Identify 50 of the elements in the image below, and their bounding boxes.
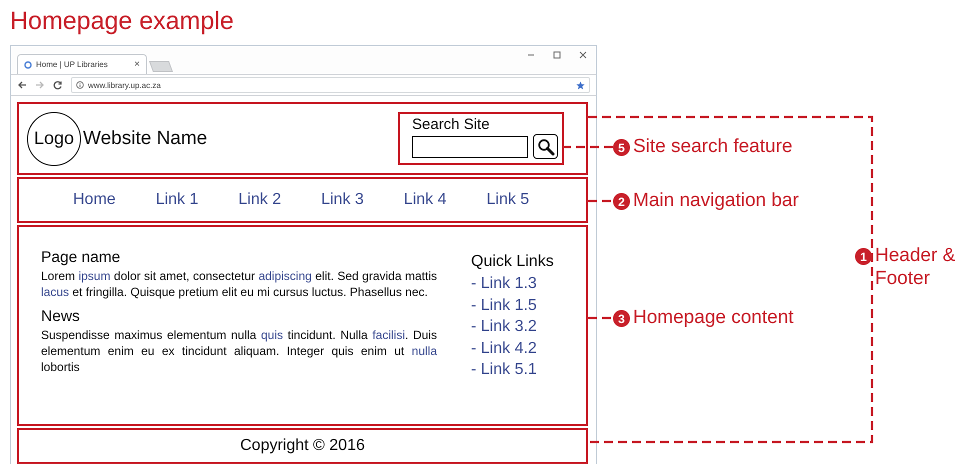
annotation-label: Site search feature bbox=[633, 135, 794, 158]
inline-link[interactable]: facilisi bbox=[372, 328, 405, 342]
inline-link[interactable]: quis bbox=[261, 328, 284, 342]
quick-links-heading: Quick Links bbox=[471, 253, 554, 271]
url-text: www.library.up.ac.za bbox=[88, 80, 161, 90]
section-heading: News bbox=[41, 308, 81, 326]
body-paragraph: Suspendisse maximus elementum nulla quis tincidunt. Nulla facilisi. Duis elementum enim eu ex tincidunt aliquam. Integer quis enim ut nulla lobortis bbox=[41, 327, 437, 375]
page-title: Homepage example bbox=[10, 6, 235, 37]
nav-link[interactable]: Link 1 bbox=[156, 191, 198, 209]
close-icon[interactable] bbox=[578, 50, 588, 60]
copyright-text: Copyright © 2016 bbox=[240, 437, 365, 455]
nav-link[interactable]: Home bbox=[73, 191, 116, 209]
search-label: Search Site bbox=[412, 116, 491, 133]
info-icon bbox=[76, 81, 84, 89]
browser-tab[interactable]: Home | UP Libraries × bbox=[17, 54, 147, 74]
quick-link[interactable]: - Link 5.1 bbox=[471, 359, 554, 380]
body-paragraph: Lorem ipsum dolor sit amet, consectetur adipiscing elit. Sed gravida mattis lacus et fringilla. Quisque pretium elit eu mi cursus luctus. Phasellus nec. bbox=[41, 268, 437, 300]
star-icon[interactable] bbox=[576, 80, 585, 90]
inline-link[interactable]: lacus bbox=[41, 285, 70, 299]
number-badge: 2 bbox=[613, 193, 630, 210]
annotation-label: Homepage content bbox=[633, 306, 795, 329]
section-heading: Page name bbox=[41, 249, 122, 267]
number-badge: 1 bbox=[855, 248, 872, 265]
quick-link[interactable]: - Link 4.2 bbox=[471, 338, 554, 359]
favicon-icon bbox=[24, 60, 32, 68]
back-icon[interactable] bbox=[17, 80, 27, 90]
website-name: Website Name bbox=[83, 128, 208, 150]
reload-icon[interactable] bbox=[53, 80, 63, 90]
nav-link[interactable]: Link 3 bbox=[321, 191, 364, 209]
quick-link[interactable]: - Link 1.5 bbox=[471, 294, 554, 316]
logo: Logo bbox=[27, 112, 81, 166]
number-badge: 5 bbox=[613, 139, 630, 156]
annotation-label: Header & Footer bbox=[875, 244, 956, 290]
inline-link[interactable]: nulla bbox=[412, 344, 437, 358]
quick-link[interactable]: - Link 3.2 bbox=[471, 316, 554, 338]
inline-link[interactable]: adipiscing bbox=[258, 269, 312, 283]
nav-link[interactable]: Link 5 bbox=[486, 191, 530, 209]
search-icon bbox=[536, 138, 554, 156]
number-badge: 3 bbox=[613, 310, 630, 327]
tab-close-button[interactable]: × bbox=[134, 59, 140, 70]
search-field[interactable] bbox=[412, 136, 528, 158]
address-bar[interactable]: www.library.up.ac.za bbox=[71, 77, 590, 93]
tab-title: Home | UP Libraries bbox=[36, 60, 109, 69]
annotation-label: Main navigation bar bbox=[633, 189, 800, 212]
nav-link[interactable]: Link 2 bbox=[238, 191, 282, 209]
nav-link[interactable]: Link 4 bbox=[404, 191, 446, 209]
maximize-icon[interactable] bbox=[552, 50, 562, 60]
quick-link[interactable]: - Link 1.3 bbox=[471, 273, 554, 294]
search-button[interactable] bbox=[533, 134, 558, 159]
inline-link[interactable]: ipsum bbox=[78, 269, 110, 283]
